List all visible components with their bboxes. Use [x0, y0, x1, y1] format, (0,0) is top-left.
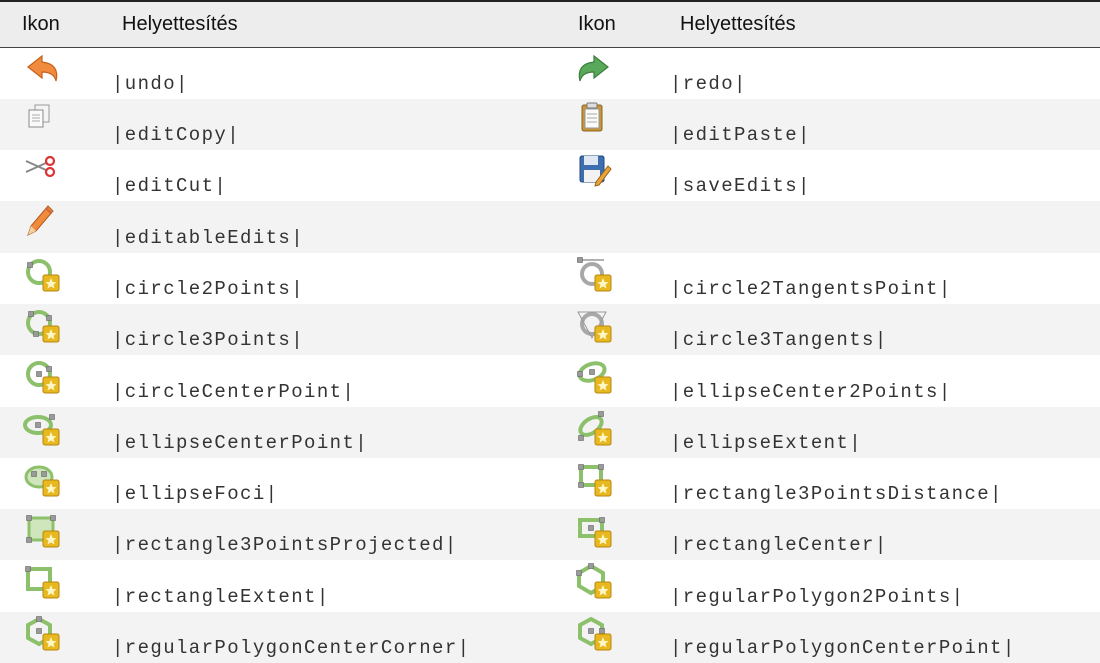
- icon-cell: [568, 253, 658, 304]
- circle-3-points-icon: [22, 306, 62, 344]
- table-row: |editCut| |saveEdits|: [0, 150, 1100, 201]
- rectangle-3-points-distance-icon: [574, 460, 614, 498]
- icon-cell: [0, 612, 100, 663]
- icon-cell: [0, 150, 100, 201]
- substitution-text: |circle3Points|: [100, 304, 568, 355]
- icon-cell: [568, 201, 658, 252]
- circle-2-tangents-point-icon: [574, 255, 614, 293]
- regular-polygon-center-point-icon: [574, 614, 614, 652]
- substitution-text: |rectangleExtent|: [100, 560, 568, 611]
- icon-cell: [0, 458, 100, 509]
- circle-center-point-icon: [22, 357, 62, 395]
- icon-cell: [568, 407, 658, 458]
- substitution-text: |editCopy|: [100, 99, 568, 150]
- icon-cell: [0, 253, 100, 304]
- table-row: |ellipseFoci| |rectangle3PointsDistance|: [0, 458, 1100, 509]
- substitution-text: |saveEdits|: [658, 150, 1100, 201]
- redo-icon: [574, 50, 614, 88]
- icon-cell: [0, 407, 100, 458]
- header-icon-col-1: Ikon: [0, 1, 100, 48]
- substitution-text: |circle2Points|: [100, 253, 568, 304]
- substitution-text: |rectangle3PointsProjected|: [100, 509, 568, 560]
- rectangle-extent-icon: [22, 562, 62, 600]
- substitution-text: |redo|: [658, 48, 1100, 99]
- substitution-text: |rectangleCenter|: [658, 509, 1100, 560]
- substitution-text: |regularPolygonCenterCorner|: [100, 612, 568, 663]
- substitution-text: |ellipseCenterPoint|: [100, 407, 568, 458]
- table-row: |circleCenterPoint| |ellipseCenter2Point…: [0, 355, 1100, 406]
- table-header: Ikon Helyettesítés Ikon Helyettesítés: [0, 1, 1100, 48]
- circle-2-points-icon: [22, 255, 62, 293]
- edit-paste-icon: [574, 101, 614, 139]
- icon-cell: [0, 201, 100, 252]
- ellipse-extent-icon: [574, 409, 614, 447]
- edit-cut-icon: [22, 152, 62, 190]
- icon-cell: [0, 509, 100, 560]
- icon-cell: [0, 99, 100, 150]
- substitution-text: |ellipseExtent|: [658, 407, 1100, 458]
- ellipse-center-2-points-icon: [574, 357, 614, 395]
- table-row: |editCopy| |editPaste|: [0, 99, 1100, 150]
- icon-cell: [568, 99, 658, 150]
- substitution-text: |editCut|: [100, 150, 568, 201]
- table-row: |regularPolygonCenterCorner| |regularPol…: [0, 612, 1100, 663]
- save-edits-icon: [574, 152, 614, 190]
- icon-cell: [0, 560, 100, 611]
- icon-cell: [0, 304, 100, 355]
- table-row: |rectangle3PointsProjected| |rectangleCe…: [0, 509, 1100, 560]
- table-body: |undo| |redo| |editCopy| |editPaste| |edi…: [0, 48, 1100, 663]
- substitution-text: |regularPolygon2Points|: [658, 560, 1100, 611]
- rectangle-center-icon: [574, 511, 614, 549]
- table-row: |rectangleExtent| |regularPolygon2Points…: [0, 560, 1100, 611]
- icon-cell: [568, 509, 658, 560]
- icon-cell: [568, 48, 658, 99]
- regular-polygon-center-corner-icon: [22, 614, 62, 652]
- substitution-text: |undo|: [100, 48, 568, 99]
- regular-polygon-2-points-icon: [574, 562, 614, 600]
- substitution-text: |circleCenterPoint|: [100, 355, 568, 406]
- substitution-text: |circle2TangentsPoint|: [658, 253, 1100, 304]
- substitution-text: |ellipseFoci|: [100, 458, 568, 509]
- undo-icon: [22, 50, 62, 88]
- circle-3-tangents-icon: [574, 306, 614, 344]
- editable-edits-icon: [22, 203, 62, 241]
- icon-cell: [568, 458, 658, 509]
- table-row: |ellipseCenterPoint| |ellipseExtent|: [0, 407, 1100, 458]
- substitution-text: |editPaste|: [658, 99, 1100, 150]
- icon-cell: [568, 355, 658, 406]
- icon-cell: [0, 355, 100, 406]
- substitution-text: |circle3Tangents|: [658, 304, 1100, 355]
- ellipse-foci-icon: [22, 460, 62, 498]
- icon-cell: [568, 150, 658, 201]
- table-row: |circle2Points| |circle2TangentsPoint|: [0, 253, 1100, 304]
- substitution-text: |editableEdits|: [100, 201, 568, 252]
- icon-cell: [568, 560, 658, 611]
- icon-cell: [568, 304, 658, 355]
- header-substitution-col-1: Helyettesítés: [100, 1, 568, 48]
- substitution-text: |rectangle3PointsDistance|: [658, 458, 1100, 509]
- substitution-text: [658, 201, 1100, 252]
- icon-cell: [0, 48, 100, 99]
- header-substitution-col-2: Helyettesítés: [658, 1, 1100, 48]
- substitution-text: |regularPolygonCenterPoint|: [658, 612, 1100, 663]
- header-icon-col-2: Ikon: [568, 1, 658, 48]
- icon-cell: [568, 612, 658, 663]
- ellipse-center-point-icon: [22, 409, 62, 447]
- substitution-table: Ikon Helyettesítés Ikon Helyettesítés |u…: [0, 0, 1100, 663]
- table-row: |undo| |redo|: [0, 48, 1100, 99]
- table-row: |circle3Points| |circle3Tangents|: [0, 304, 1100, 355]
- rectangle-3-points-projected-icon: [22, 511, 62, 549]
- table-row: |editableEdits|: [0, 201, 1100, 252]
- substitution-text: |ellipseCenter2Points|: [658, 355, 1100, 406]
- edit-copy-icon: [22, 101, 62, 139]
